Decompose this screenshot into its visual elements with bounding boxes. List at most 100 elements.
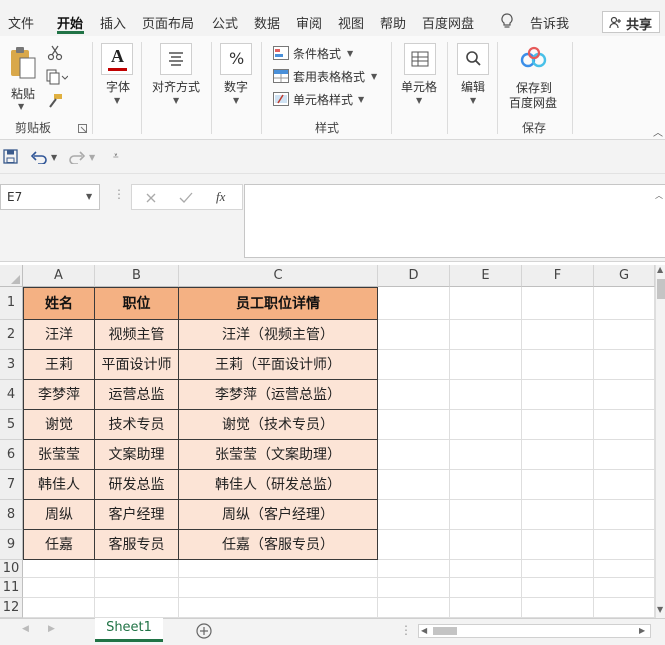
table-cell[interactable]: [378, 410, 450, 440]
table-header-cell[interactable]: 员工职位详情: [179, 287, 378, 320]
scroll-left-icon[interactable]: ◀: [421, 626, 427, 635]
undo-icon[interactable]: [30, 150, 48, 164]
row-header[interactable]: 2: [0, 320, 23, 350]
table-cell[interactable]: 韩佳人: [23, 470, 95, 500]
table-cell[interactable]: 客户经理: [95, 500, 179, 530]
row-header[interactable]: 9: [0, 530, 23, 560]
table-cell[interactable]: [594, 320, 655, 350]
save-icon[interactable]: [3, 149, 18, 164]
scroll-right-icon[interactable]: ▶: [639, 626, 645, 635]
table-cell[interactable]: [95, 578, 179, 598]
save-to-baidu-button[interactable]: 保存到 百度网盘: [505, 42, 563, 112]
lightbulb-icon[interactable]: [500, 13, 514, 29]
tab-home[interactable]: 开始: [57, 13, 83, 32]
table-cell[interactable]: 文案助理: [95, 440, 179, 470]
table-cell[interactable]: 运营总监: [95, 380, 179, 410]
horizontal-scroll-thumb[interactable]: [433, 627, 457, 635]
table-cell[interactable]: 任嘉: [23, 530, 95, 560]
alignment-group-button[interactable]: [160, 43, 192, 75]
row-header[interactable]: 6: [0, 440, 23, 470]
table-cell[interactable]: 周纵: [23, 500, 95, 530]
table-header-cell[interactable]: 姓名: [23, 287, 95, 320]
format-as-table-button[interactable]: 套用表格格式 ▼: [273, 67, 383, 85]
next-sheet-icon[interactable]: ▶: [48, 624, 55, 634]
paste-button[interactable]: 粘贴: [8, 42, 38, 101]
table-cell[interactable]: [450, 530, 522, 560]
formula-bar-grip-icon[interactable]: ⋮: [113, 187, 125, 201]
column-header[interactable]: D: [378, 265, 450, 287]
table-cell[interactable]: [450, 598, 522, 618]
cells-dropdown-icon[interactable]: ▼: [416, 96, 422, 105]
table-cell[interactable]: 客服专员: [95, 530, 179, 560]
format-painter-icon[interactable]: [47, 93, 63, 109]
column-header[interactable]: C: [179, 265, 378, 287]
table-cell[interactable]: [522, 560, 594, 578]
table-cell[interactable]: [179, 598, 378, 618]
redo-dropdown-icon[interactable]: ▼: [89, 153, 95, 162]
table-cell[interactable]: 技术专员: [95, 410, 179, 440]
customize-qat-icon[interactable]: ⩡: [113, 151, 119, 162]
table-cell[interactable]: 视频主管: [95, 320, 179, 350]
table-cell[interactable]: 韩佳人（研发总监）: [179, 470, 378, 500]
vertical-scrollbar[interactable]: ▲ ▼: [655, 265, 665, 618]
row-header[interactable]: 7: [0, 470, 23, 500]
table-cell[interactable]: [378, 560, 450, 578]
tab-file[interactable]: 文件: [8, 13, 34, 32]
table-cell[interactable]: [450, 320, 522, 350]
scroll-down-icon[interactable]: ▼: [657, 605, 663, 614]
table-cell[interactable]: [378, 380, 450, 410]
row-header[interactable]: 11: [0, 578, 23, 598]
plus-circle-icon[interactable]: [196, 623, 212, 639]
table-cell[interactable]: 王莉: [23, 350, 95, 380]
table-cell[interactable]: [522, 440, 594, 470]
row-header[interactable]: 8: [0, 500, 23, 530]
tab-formulas[interactable]: 公式: [212, 13, 238, 32]
number-dropdown-icon[interactable]: ▼: [233, 96, 239, 105]
formula-input[interactable]: [244, 184, 665, 258]
vertical-scroll-thumb[interactable]: [657, 279, 665, 299]
font-dropdown-icon[interactable]: ▼: [114, 96, 120, 105]
copy-icon[interactable]: [46, 69, 68, 85]
column-header[interactable]: A: [23, 265, 95, 287]
redo-icon[interactable]: [68, 150, 86, 164]
table-cell[interactable]: [378, 350, 450, 380]
table-cell[interactable]: [594, 470, 655, 500]
dialog-launcher-icon[interactable]: [78, 124, 87, 133]
table-cell[interactable]: [95, 560, 179, 578]
table-cell[interactable]: [594, 560, 655, 578]
font-group-button[interactable]: A: [101, 43, 133, 75]
tab-insert[interactable]: 插入: [100, 13, 126, 32]
table-cell[interactable]: [522, 380, 594, 410]
editing-dropdown-icon[interactable]: ▼: [470, 96, 476, 105]
row-header[interactable]: 10: [0, 560, 23, 578]
table-cell[interactable]: [450, 410, 522, 440]
name-box-dropdown-icon[interactable]: ▼: [86, 192, 92, 201]
table-cell[interactable]: [378, 500, 450, 530]
table-cell[interactable]: [378, 530, 450, 560]
select-all-corner[interactable]: [0, 265, 23, 287]
table-cell[interactable]: [522, 410, 594, 440]
cancel-icon[interactable]: [145, 192, 157, 204]
table-cell[interactable]: [23, 578, 95, 598]
tab-review[interactable]: 审阅: [296, 13, 322, 32]
row-header[interactable]: 12: [0, 598, 23, 618]
tab-page-layout[interactable]: 页面布局: [142, 13, 194, 32]
table-cell[interactable]: 李梦萍: [23, 380, 95, 410]
table-cell[interactable]: 谢觉（技术专员）: [179, 410, 378, 440]
table-cell[interactable]: 汪洋: [23, 320, 95, 350]
editing-group-button[interactable]: [457, 43, 489, 75]
table-cell[interactable]: 李梦萍（运营总监）: [179, 380, 378, 410]
table-cell[interactable]: [594, 440, 655, 470]
prev-sheet-icon[interactable]: ◀: [22, 624, 29, 634]
table-cell[interactable]: [378, 470, 450, 500]
row-header[interactable]: 3: [0, 350, 23, 380]
sheet-tab-sheet1[interactable]: Sheet1: [95, 618, 163, 642]
table-cell[interactable]: [594, 410, 655, 440]
table-cell[interactable]: [594, 500, 655, 530]
undo-dropdown-icon[interactable]: ▼: [51, 153, 57, 162]
cell-styles-button[interactable]: 单元格样式 ▼: [273, 90, 373, 108]
table-cell[interactable]: [450, 350, 522, 380]
table-cell[interactable]: 任嘉（客服专员）: [179, 530, 378, 560]
column-header[interactable]: F: [522, 265, 594, 287]
table-cell[interactable]: [522, 500, 594, 530]
